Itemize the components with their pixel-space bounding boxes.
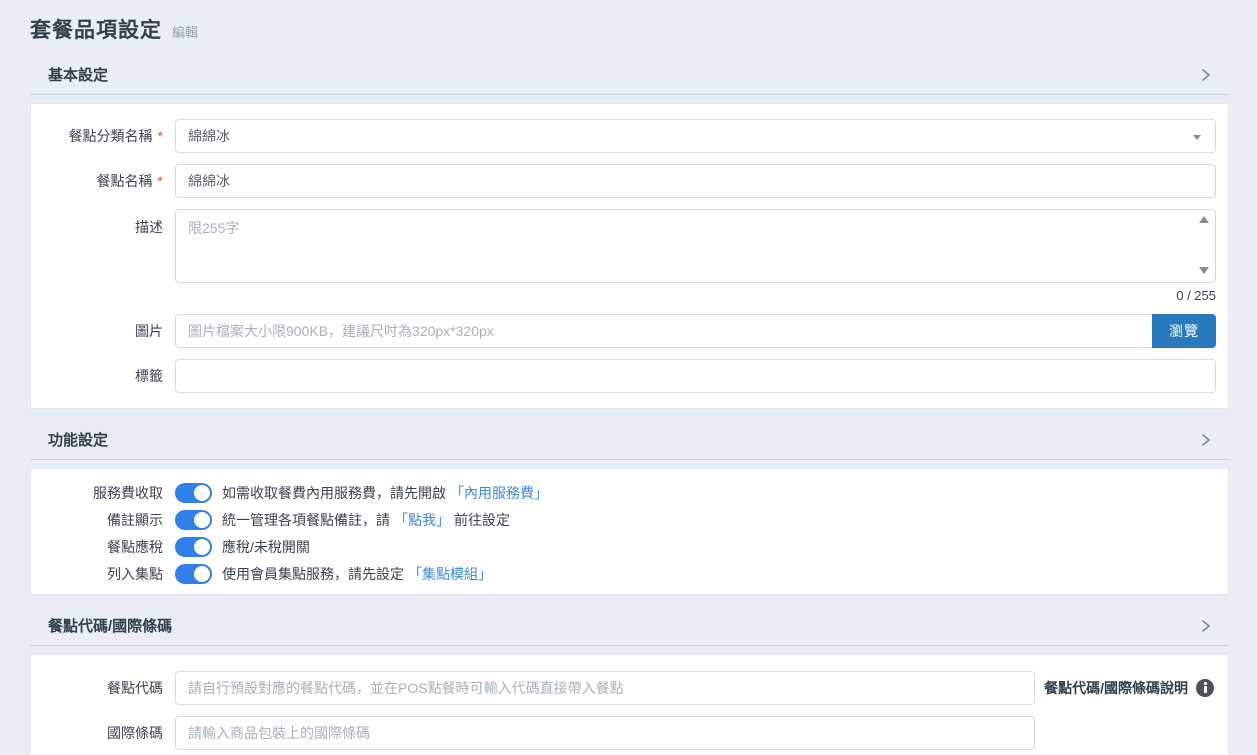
section-basic: 基本設定 餐點分類名稱* 綿綿冰 餐點名稱* [30, 64, 1229, 409]
points-toggle[interactable] [175, 564, 212, 584]
page-title: 套餐品項設定 [30, 14, 162, 44]
description-textarea[interactable] [175, 209, 1216, 283]
tags-row: 標籤 [31, 359, 1216, 393]
category-label: 餐點分類名稱* [31, 119, 163, 153]
feature-row-tax: 餐點應稅 應稅/未稅開關 [31, 533, 1216, 560]
name-row: 餐點名稱* [31, 164, 1216, 198]
section-header-features[interactable]: 功能設定 [30, 429, 1229, 460]
meal-code-row: 餐點代碼 餐點代碼/國際條碼說明 [31, 671, 1216, 705]
page: 套餐品項設定 編輯 基本設定 餐點分類名稱* 綿綿冰 餐點名稱* [0, 0, 1257, 755]
section-codes: 餐點代碼/國際條碼 餐點代碼 餐點代碼/國際條碼說明 國際條碼 [30, 615, 1229, 755]
page-header: 套餐品項設定 編輯 [30, 14, 1229, 44]
feature-label: 備註顯示 [31, 510, 163, 530]
feature-row-points: 列入集點 使用會員集點服務，請先設定「集點模組」 [31, 560, 1216, 587]
scroll-down-icon[interactable] [1199, 267, 1209, 274]
section-title-codes: 餐點代碼/國際條碼 [48, 615, 172, 636]
chevron-right-icon [1199, 619, 1213, 633]
section-title-features: 功能設定 [48, 429, 108, 450]
toggle-knob [194, 512, 210, 528]
name-input[interactable] [175, 164, 1216, 198]
service-fee-toggle[interactable] [175, 483, 212, 503]
info-icon[interactable] [1196, 679, 1214, 697]
barcode-input[interactable] [175, 716, 1035, 750]
required-asterisk: * [158, 128, 163, 144]
tags-label: 標籤 [31, 359, 163, 393]
image-input[interactable] [175, 314, 1152, 348]
description-label: 描述 [31, 209, 163, 237]
category-select-value: 綿綿冰 [188, 126, 230, 146]
feature-text: 如需收取餐費內用服務費，請先開啟「內用服務費」 [222, 483, 552, 503]
required-asterisk: * [158, 173, 163, 189]
tags-input[interactable] [175, 359, 1216, 393]
chevron-right-icon [1199, 68, 1213, 82]
page-subtitle: 編輯 [172, 22, 198, 41]
inline-link[interactable]: 「集點模組」 [408, 564, 492, 584]
browse-button[interactable]: 瀏覽 [1152, 314, 1216, 348]
section-features: 功能設定 服務費收取 如需收取餐費內用服務費，請先開啟「內用服務費」 備註顯示 … [30, 429, 1229, 595]
name-label: 餐點名稱* [31, 164, 163, 198]
codes-card: 餐點代碼 餐點代碼/國際條碼說明 國際條碼 [30, 654, 1229, 755]
codes-help: 餐點代碼/國際條碼說明 [1035, 678, 1216, 698]
toggle-knob [194, 566, 210, 582]
feature-row-service-fee: 服務費收取 如需收取餐費內用服務費，請先開啟「內用服務費」 [31, 479, 1216, 506]
section-header-basic[interactable]: 基本設定 [30, 64, 1229, 95]
section-header-codes[interactable]: 餐點代碼/國際條碼 [30, 615, 1229, 646]
notes-toggle[interactable] [175, 510, 212, 530]
barcode-row: 國際條碼 [31, 716, 1216, 750]
meal-code-input[interactable] [175, 671, 1035, 705]
feature-row-notes: 備註顯示 統一管理各項餐點備註，請「點我」前往設定 [31, 506, 1216, 533]
chevron-down-icon [1193, 135, 1201, 140]
char-counter: 0 / 255 [175, 288, 1216, 303]
scroll-up-icon[interactable] [1199, 216, 1209, 223]
inline-link[interactable]: 「內用服務費」 [450, 483, 548, 503]
codes-help-label: 餐點代碼/國際條碼說明 [1044, 678, 1188, 698]
feature-label: 服務費收取 [31, 483, 163, 503]
tax-toggle[interactable] [175, 537, 212, 557]
barcode-label: 國際條碼 [31, 716, 163, 750]
category-row: 餐點分類名稱* 綿綿冰 [31, 119, 1216, 153]
toggle-knob [194, 485, 210, 501]
basic-card: 餐點分類名稱* 綿綿冰 餐點名稱* 描述 [30, 103, 1229, 409]
inline-link[interactable]: 「點我」 [394, 510, 450, 530]
description-row: 描述 0 / 255 [31, 209, 1216, 303]
feature-label: 餐點應稅 [31, 537, 163, 557]
features-card: 服務費收取 如需收取餐費內用服務費，請先開啟「內用服務費」 備註顯示 統一管理各… [30, 468, 1229, 595]
image-row: 圖片 瀏覽 [31, 314, 1216, 348]
feature-label: 列入集點 [31, 564, 163, 584]
feature-text: 應稅/未稅開關 [222, 537, 310, 557]
category-select[interactable]: 綿綿冰 [175, 119, 1216, 153]
meal-code-label: 餐點代碼 [31, 671, 163, 705]
image-label: 圖片 [31, 314, 163, 348]
section-title-basic: 基本設定 [48, 64, 108, 85]
chevron-right-icon [1199, 433, 1213, 447]
toggle-knob [194, 539, 210, 555]
feature-text: 使用會員集點服務，請先設定「集點模組」 [222, 564, 496, 584]
feature-text: 統一管理各項餐點備註，請「點我」前往設定 [222, 510, 510, 530]
